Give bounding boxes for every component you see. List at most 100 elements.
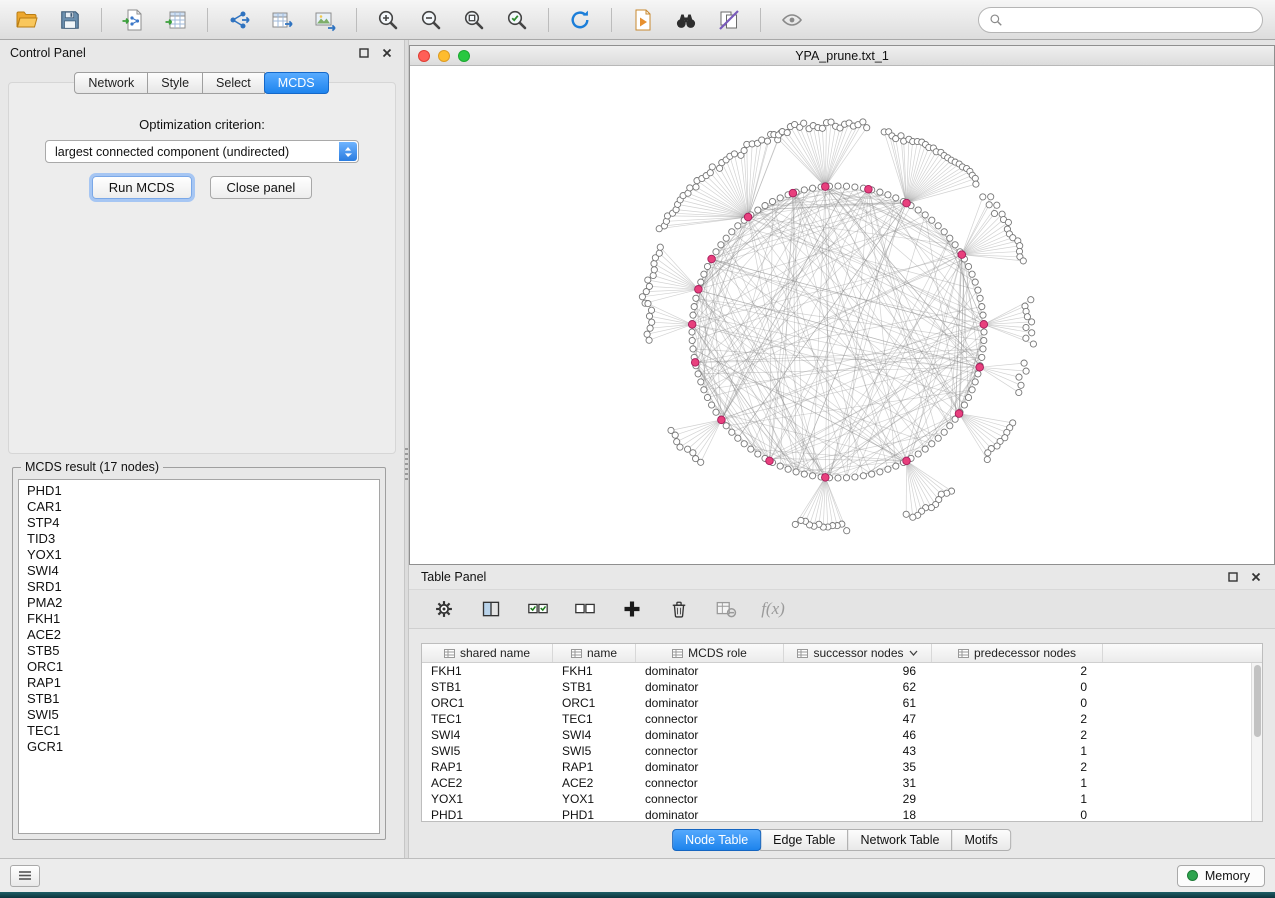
table-row[interactable]: SWI4SWI4dominator462 <box>422 727 1262 743</box>
network-node[interactable] <box>691 304 697 310</box>
network-node[interactable] <box>709 402 715 408</box>
network-node[interactable] <box>784 130 790 136</box>
mcds-result-item[interactable]: SWI5 <box>19 707 379 723</box>
network-node[interactable] <box>707 170 713 176</box>
network-node[interactable] <box>910 514 916 520</box>
network-node[interactable] <box>973 181 979 187</box>
network-node[interactable] <box>801 120 807 126</box>
network-node[interactable] <box>864 125 870 131</box>
network-node[interactable] <box>701 387 707 393</box>
network-node[interactable] <box>755 451 761 457</box>
tab-mcds[interactable]: MCDS <box>264 72 329 94</box>
zoom-window-button[interactable] <box>458 50 470 62</box>
network-node[interactable] <box>965 394 971 400</box>
network-node[interactable] <box>801 187 807 193</box>
network-node[interactable] <box>941 229 947 235</box>
network-node[interactable] <box>1016 374 1022 380</box>
network-node[interactable] <box>668 427 674 433</box>
network-node[interactable] <box>860 473 866 479</box>
network-node[interactable] <box>657 244 663 250</box>
tab-style[interactable]: Style <box>147 72 203 94</box>
network-node[interactable] <box>981 329 987 335</box>
network-node[interactable] <box>687 185 693 191</box>
zoom-selected-button[interactable] <box>502 5 532 35</box>
network-node[interactable] <box>852 474 858 480</box>
import-network-button[interactable] <box>118 5 148 35</box>
network-node[interactable] <box>689 337 695 343</box>
table-row[interactable]: ORC1ORC1dominator610 <box>422 695 1262 711</box>
network-node[interactable] <box>748 446 754 452</box>
refresh-layout-button[interactable] <box>565 5 595 35</box>
search-network-button[interactable] <box>671 5 701 35</box>
network-hub-node[interactable] <box>903 199 911 207</box>
network-node[interactable] <box>810 473 816 479</box>
table-panel-close-button[interactable] <box>1249 570 1263 584</box>
network-node[interactable] <box>1029 330 1035 336</box>
minimize-window-button[interactable] <box>438 50 450 62</box>
mcds-result-item[interactable]: STB1 <box>19 691 379 707</box>
network-node[interactable] <box>935 223 941 229</box>
network-node[interactable] <box>650 272 656 278</box>
network-node[interactable] <box>929 441 935 447</box>
table-row[interactable]: RAP1RAP1dominator352 <box>422 759 1262 775</box>
network-node[interactable] <box>1020 258 1026 264</box>
network-node[interactable] <box>885 192 891 198</box>
network-node[interactable] <box>759 137 765 143</box>
memory-button[interactable]: Memory <box>1177 865 1265 887</box>
tab-node-table[interactable]: Node Table <box>672 829 761 851</box>
network-node[interactable] <box>695 371 701 377</box>
table-row[interactable]: STB1STB1dominator620 <box>422 679 1262 695</box>
network-node[interactable] <box>810 185 816 191</box>
network-node[interactable] <box>984 456 990 462</box>
network-node[interactable] <box>735 223 741 229</box>
network-node[interactable] <box>903 511 909 517</box>
network-node[interactable] <box>1023 335 1029 341</box>
network-node[interactable] <box>729 429 735 435</box>
network-hub-node[interactable] <box>688 321 696 329</box>
network-node[interactable] <box>693 456 699 462</box>
tab-select[interactable]: Select <box>202 72 265 94</box>
column-header-MCDS-role[interactable]: MCDS role <box>636 644 784 662</box>
network-node[interactable] <box>798 517 804 523</box>
network-node[interactable] <box>701 271 707 277</box>
run-mcds-button[interactable]: Run MCDS <box>92 176 192 199</box>
export-image-button[interactable] <box>310 5 340 35</box>
delete-table-button[interactable] <box>713 596 739 622</box>
network-node[interactable] <box>843 183 849 189</box>
network-node[interactable] <box>843 475 849 481</box>
export-network-button[interactable] <box>224 5 254 35</box>
table-row[interactable]: TEC1TEC1connector472 <box>422 711 1262 727</box>
network-node[interactable] <box>877 189 883 195</box>
network-node[interactable] <box>713 249 719 255</box>
network-node[interactable] <box>698 379 704 385</box>
network-hub-node[interactable] <box>903 457 911 465</box>
network-hub-node[interactable] <box>980 321 988 329</box>
network-node[interactable] <box>975 371 981 377</box>
mcds-result-item[interactable]: TEC1 <box>19 723 379 739</box>
network-hub-node[interactable] <box>691 359 699 367</box>
network-node[interactable] <box>646 313 652 319</box>
network-hub-node[interactable] <box>822 474 830 482</box>
network-hub-node[interactable] <box>789 189 797 197</box>
column-header-predecessor-nodes[interactable]: predecessor nodes <box>932 644 1103 662</box>
scrollbar-thumb[interactable] <box>1254 665 1261 737</box>
network-canvas[interactable] <box>410 66 1274 564</box>
network-node[interactable] <box>988 194 994 200</box>
network-node[interactable] <box>731 151 737 157</box>
network-node[interactable] <box>980 312 986 318</box>
mcds-result-item[interactable]: ORC1 <box>19 659 379 675</box>
network-node[interactable] <box>981 337 987 343</box>
network-hub-node[interactable] <box>695 286 703 294</box>
tab-network[interactable]: Network <box>74 72 148 94</box>
network-node[interactable] <box>723 235 729 241</box>
network-node[interactable] <box>986 202 992 208</box>
network-node[interactable] <box>1023 324 1029 330</box>
network-node[interactable] <box>991 210 997 216</box>
network-node[interactable] <box>972 279 978 285</box>
mcds-result-item[interactable]: CAR1 <box>19 499 379 515</box>
network-node[interactable] <box>1029 319 1035 325</box>
export-document-button[interactable] <box>628 5 658 35</box>
network-node[interactable] <box>969 387 975 393</box>
mcds-result-item[interactable]: ACE2 <box>19 627 379 643</box>
network-node[interactable] <box>947 235 953 241</box>
